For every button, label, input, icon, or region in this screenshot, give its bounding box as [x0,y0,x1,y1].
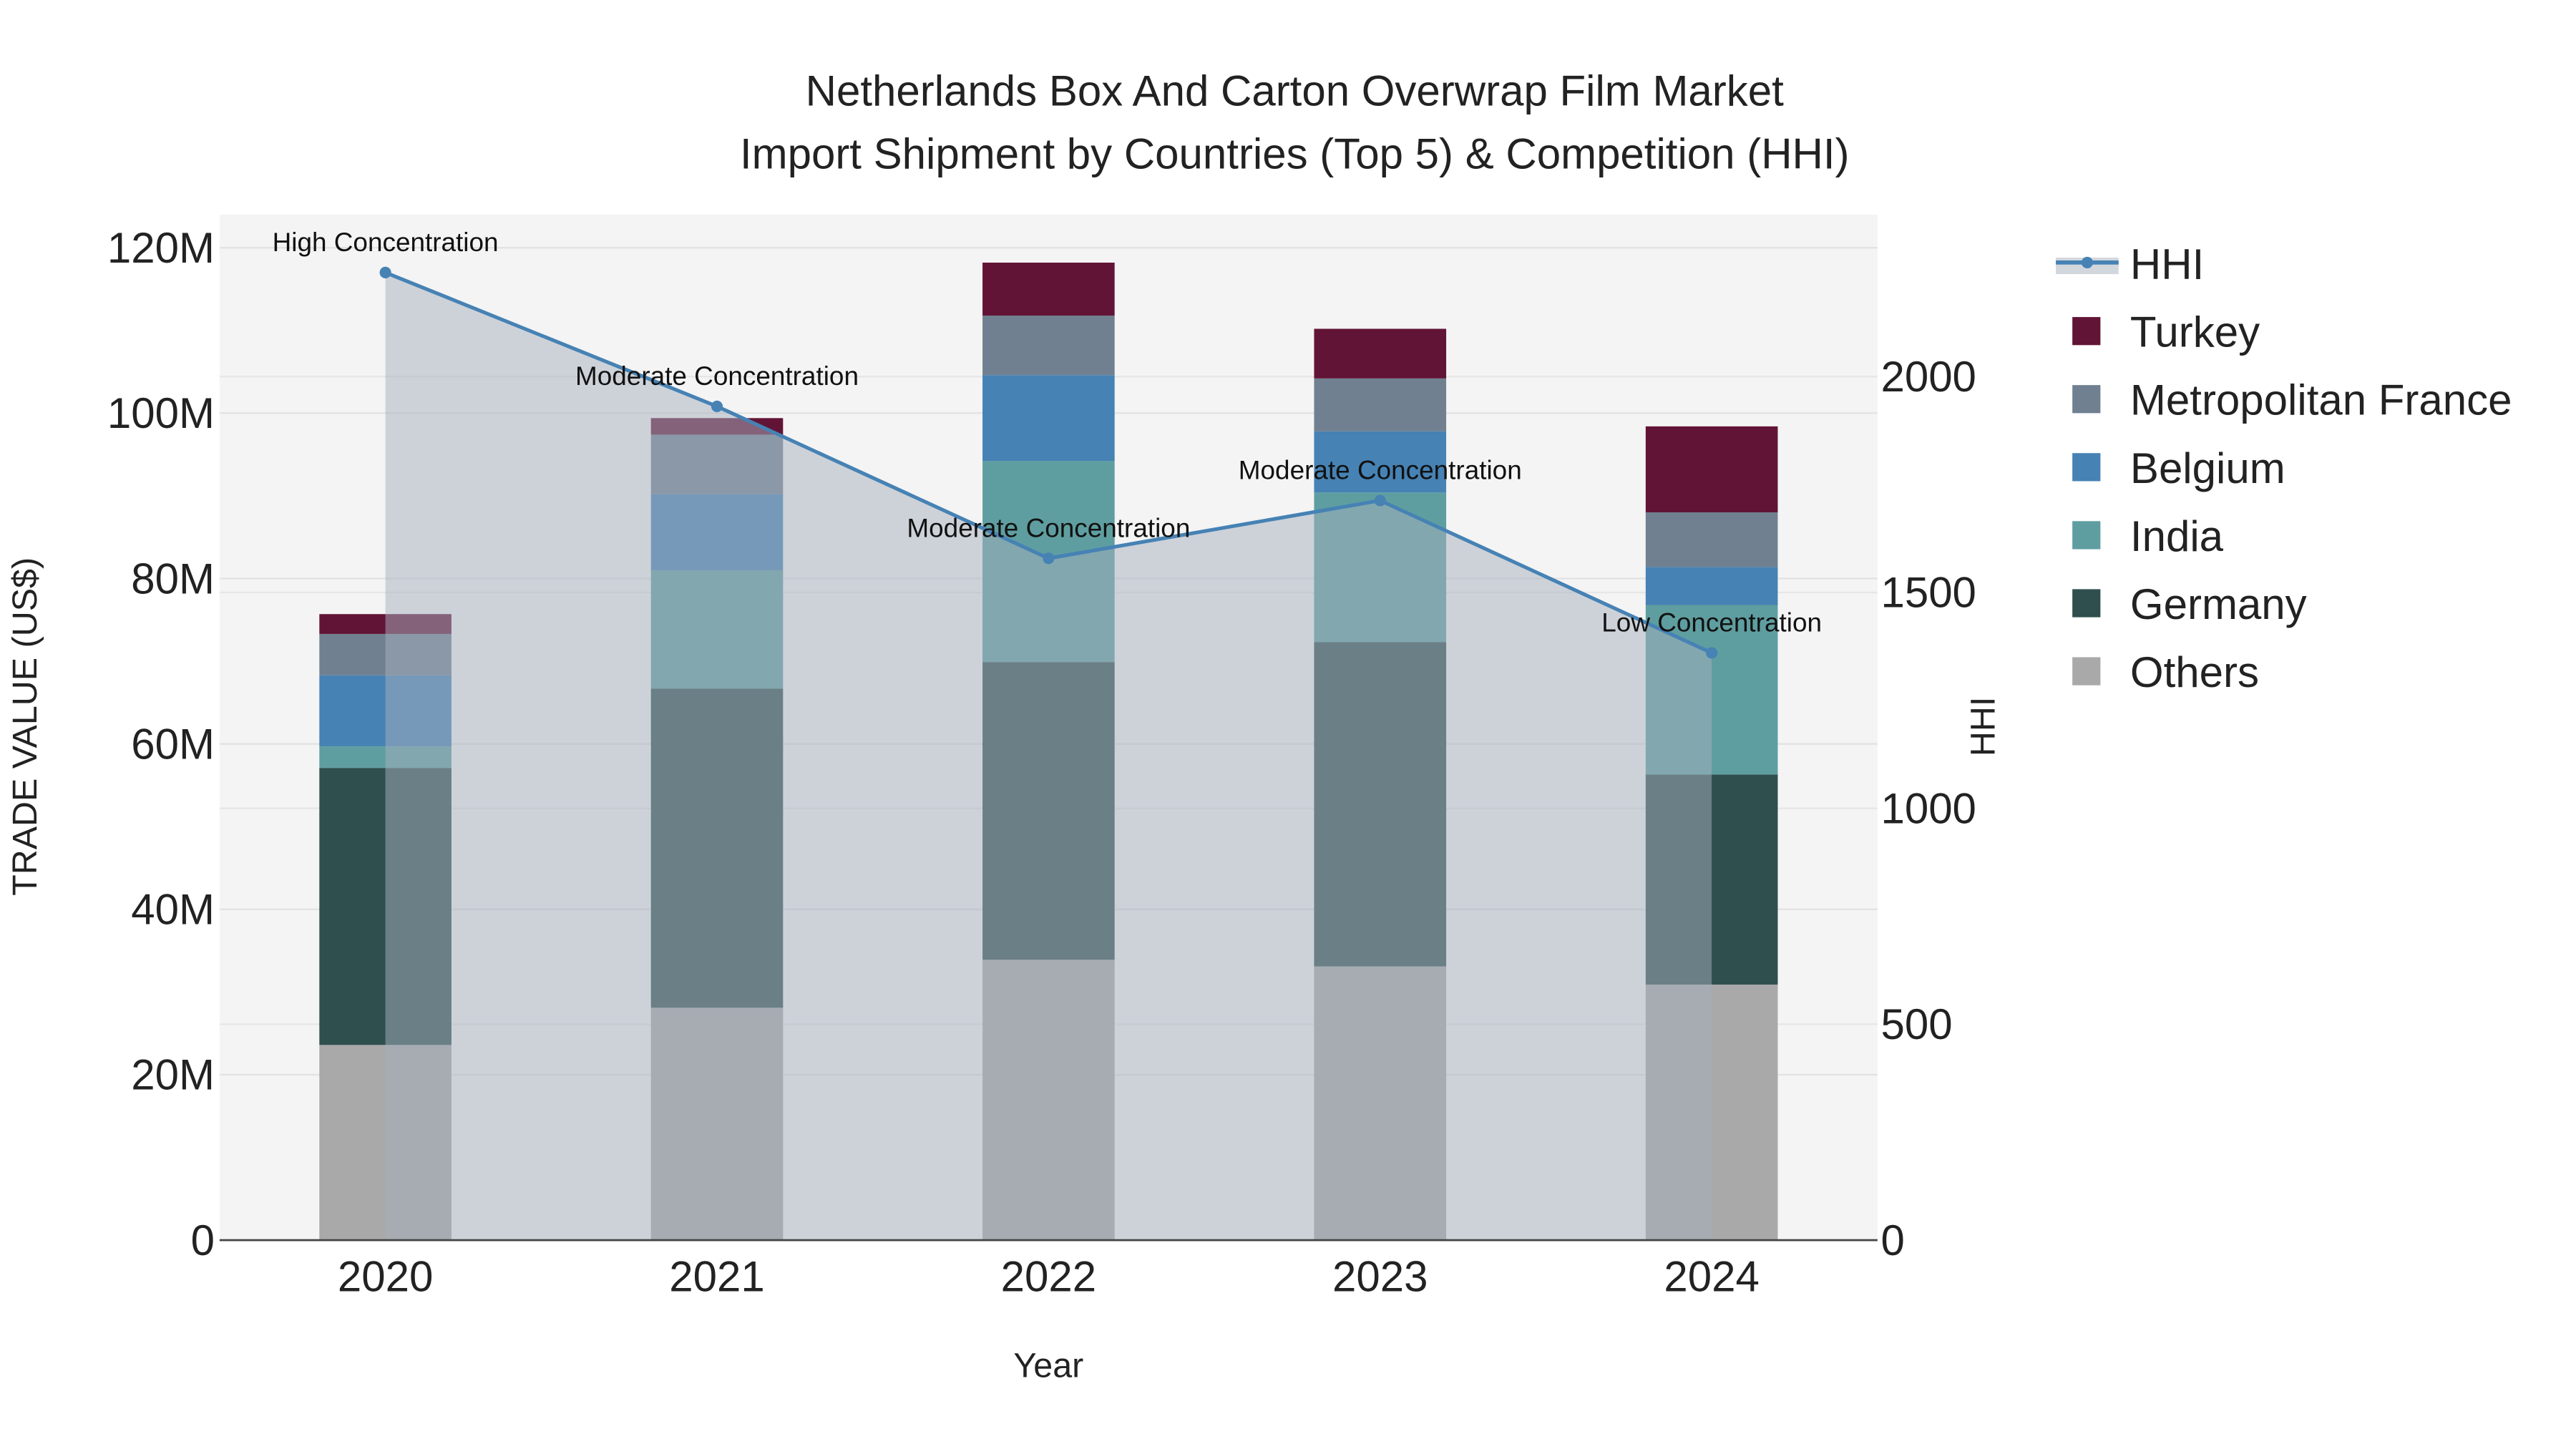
y-tick-label: 80M [131,555,215,602]
bar-turkey-2024 [1645,426,1778,513]
legend-swatch-others [2072,657,2101,686]
hhi-annotation: Moderate Concentration [1239,455,1522,484]
x-tick-label: 2020 [338,1253,433,1301]
y-tick-label: 20M [131,1051,215,1099]
legend-swatch-turkey [2072,317,2101,346]
hhi-annotation: Moderate Concentration [575,361,859,391]
y2-tick-label: 1000 [1880,784,1976,832]
bar-metropolitan-france-2024 [1645,512,1778,567]
legend-swatch-belgium [2072,453,2101,482]
hhi-point-2023 [1374,494,1386,507]
legend-label-germany[interactable]: Germany [2130,580,2307,628]
bar-metropolitan-france-2023 [1314,378,1447,431]
x-tick-label: 2021 [669,1253,764,1301]
chart-title-line1: Netherlands Box And Carton Overwrap Film… [806,67,1785,115]
legend-label-turkey[interactable]: Turkey [2130,308,2260,356]
legend-swatch-metropolitan-france [2072,385,2101,414]
y-tick-label: 120M [107,224,215,272]
hhi-annotation: High Concentration [273,228,499,257]
x-tick-label: 2022 [1001,1253,1096,1301]
y-tick-label: 40M [131,886,215,934]
y2-tick-label: 2000 [1880,353,1976,401]
bar-belgium-2022 [982,375,1115,462]
y-tick-label: 100M [107,389,215,437]
legend-swatch-india [2072,521,2101,550]
y2-tick-label: 500 [1880,1000,1952,1048]
hhi-annotation: Low Concentration [1601,608,1822,637]
legend-label-metropolitan-france[interactable]: Metropolitan France [2130,376,2512,424]
hhi-point-2022 [1043,552,1055,565]
hhi-annotation: Moderate Concentration [907,513,1190,542]
y-tick-label: 60M [131,720,215,768]
legend-label-india[interactable]: India [2130,512,2224,560]
y-axis-title: TRADE VALUE (US$) [6,557,44,896]
y2-tick-label: 0 [1880,1216,1904,1264]
bar-metropolitan-france-2022 [982,315,1115,376]
hhi-point-2021 [711,400,723,412]
y2-axis-title: HHI [1964,697,2003,756]
legend-label-others[interactable]: Others [2130,648,2259,696]
legend-label-hhi[interactable]: HHI [2130,240,2204,288]
bar-turkey-2023 [1314,328,1447,379]
chart-title-line2: Import Shipment by Countries (Top 5) & C… [740,130,1850,177]
legend-swatch-hhi-marker [2081,256,2093,268]
x-tick-label: 2023 [1332,1253,1428,1301]
x-axis-title: Year [1013,1347,1083,1385]
legend-label-belgium[interactable]: Belgium [2130,444,2285,492]
hhi-point-2020 [379,266,391,278]
chart: High Concentration Moderate Concentration… [0,0,2576,1449]
x-tick-label: 2024 [1664,1253,1759,1301]
y-tick-label: 0 [191,1216,215,1264]
hhi-point-2024 [1706,647,1718,659]
y2-tick-label: 1500 [1880,569,1976,617]
legend-swatch-germany [2072,589,2101,618]
bar-belgium-2024 [1645,567,1778,605]
bar-turkey-2022 [982,263,1115,316]
